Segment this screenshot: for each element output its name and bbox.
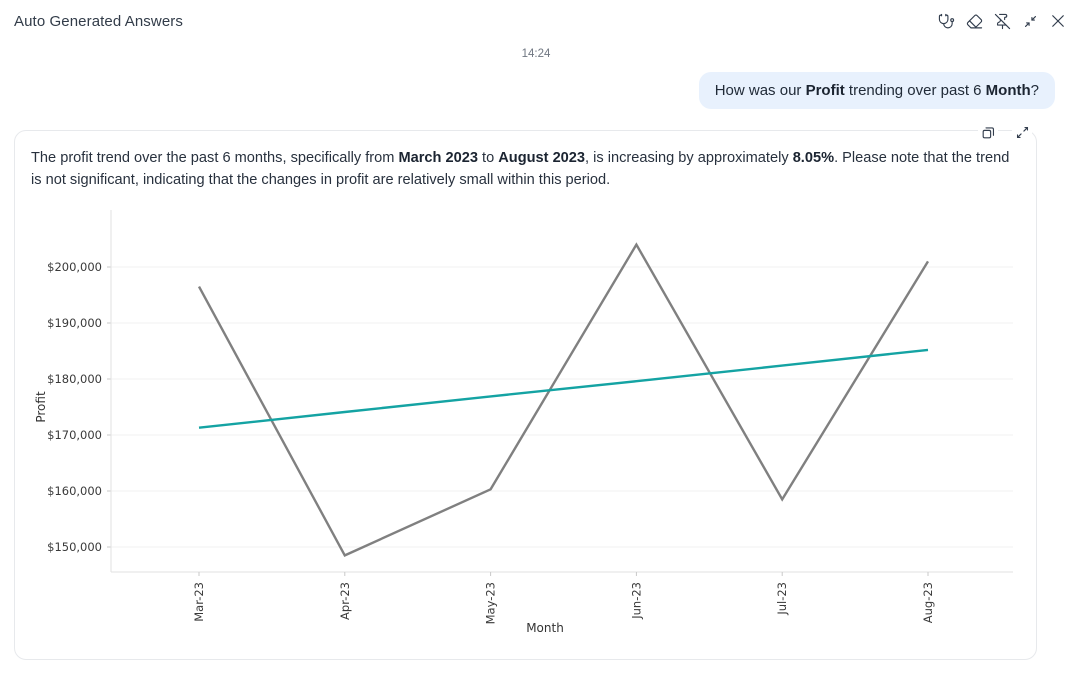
collapse-icon[interactable] — [1021, 12, 1039, 30]
x-tick-label: Apr-23 — [338, 582, 352, 620]
expand-icon[interactable] — [1012, 122, 1032, 142]
x-axis-title: Month — [526, 621, 564, 635]
y-tick-label: $170,000 — [47, 428, 102, 442]
profit-trend-chart-svg: $150,000 $160,000 $170,000 $180,000 $190,000… — [15, 192, 1036, 657]
y-tick-label: $200,000 — [47, 260, 102, 274]
x-tick-label: Jul-23 — [775, 582, 789, 616]
answer-actions — [978, 122, 1032, 142]
x-tick-label: Aug-23 — [921, 582, 935, 623]
x-tick-label: Mar-23 — [192, 582, 206, 622]
user-message-bubble: How was our Profit trending over past 6 … — [699, 72, 1055, 109]
answer-card: The profit trend over the past 6 months,… — [14, 130, 1037, 660]
y-tick-label: $150,000 — [47, 540, 102, 554]
y-tick-label: $190,000 — [47, 316, 102, 330]
header-toolbar — [937, 12, 1067, 30]
profit-line — [199, 245, 928, 556]
page-title: Auto Generated Answers — [14, 13, 183, 30]
y-tick-label: $160,000 — [47, 484, 102, 498]
answer-text: The profit trend over the past 6 months,… — [15, 131, 1036, 192]
x-tick-label: May-23 — [484, 582, 498, 624]
close-icon[interactable] — [1049, 12, 1067, 30]
trend-line — [199, 350, 928, 428]
unpin-icon[interactable] — [993, 12, 1011, 30]
stethoscope-icon[interactable] — [937, 12, 955, 30]
y-tick-label: $180,000 — [47, 372, 102, 386]
timestamp: 14:24 — [0, 48, 1072, 60]
profit-trend-chart: $150,000 $160,000 $170,000 $180,000 $190,000… — [15, 192, 1036, 657]
y-axis-title: Profit — [34, 391, 48, 423]
x-tick-label: Jun-23 — [629, 582, 643, 620]
auto-generated-answers-panel: Auto Generated Answers — [0, 0, 1072, 677]
eraser-icon[interactable] — [965, 12, 983, 30]
copy-icon[interactable] — [978, 122, 998, 142]
